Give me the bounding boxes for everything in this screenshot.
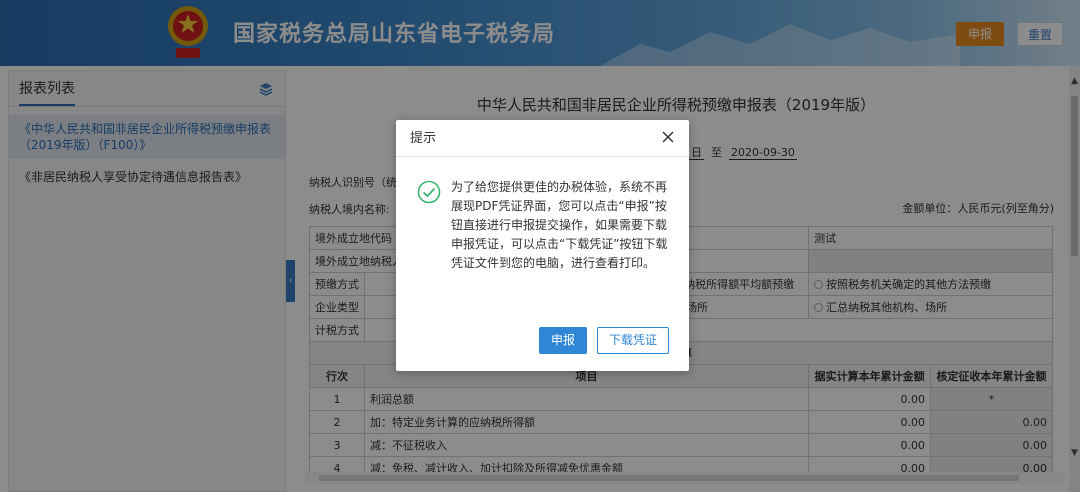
close-icon[interactable] — [660, 129, 676, 145]
dialog-declare-button[interactable]: 申报 — [539, 327, 587, 354]
download-voucher-button[interactable]: 下载凭证 — [597, 327, 669, 354]
notice-dialog: 提示 为了给您提供更佳的办税体验，系统不再展现PDF凭证界面，您可以点击“申报”… — [396, 120, 689, 371]
dialog-title: 提示 — [396, 120, 689, 157]
check-circle-icon — [417, 180, 441, 204]
dialog-message: 为了给您提供更佳的办税体验，系统不再展现PDF凭证界面，您可以点击“申报”按钮直… — [451, 180, 668, 270]
